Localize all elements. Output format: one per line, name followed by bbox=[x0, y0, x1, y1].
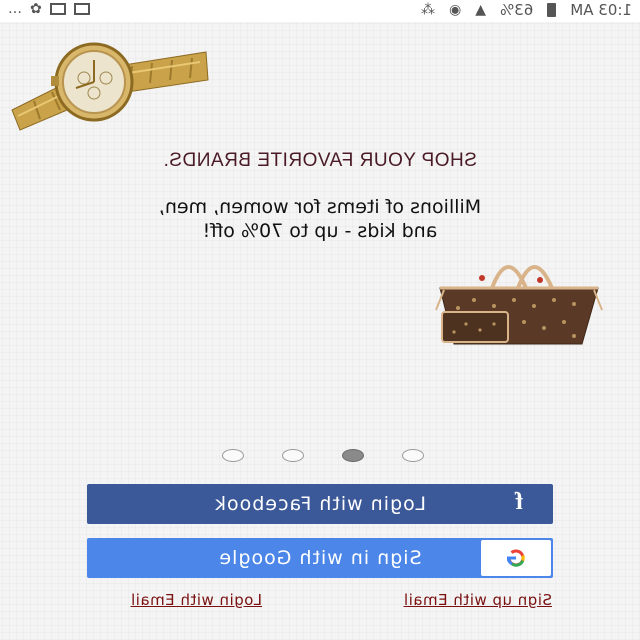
carousel-dot-2[interactable] bbox=[342, 449, 364, 462]
carousel-dot-1[interactable] bbox=[402, 449, 424, 462]
promo-subline-line-2: and kids - up to 70% off! bbox=[202, 220, 438, 242]
login-email-link[interactable]: Login with Email bbox=[131, 591, 262, 609]
battery-percent: 63% bbox=[500, 1, 534, 19]
app-notification-icon: ✿ bbox=[30, 1, 42, 17]
login-facebook-button[interactable]: f Login with Facebook bbox=[87, 484, 553, 524]
status-bar: 1:03 AM 63% ▲ ◉ ⁂ ✿ … bbox=[0, 0, 640, 22]
tote-bag-image bbox=[435, 265, 603, 345]
status-time: 1:03 AM bbox=[570, 1, 632, 19]
carousel-indicator bbox=[222, 449, 424, 462]
promo-headline: SHOP YOUR FAVORITE BRANDS. bbox=[163, 150, 477, 171]
status-right: ✿ … bbox=[8, 1, 90, 17]
status-left: 1:03 AM 63% ▲ ◉ ⁂ bbox=[421, 1, 632, 19]
gallery-notification-icon bbox=[73, 3, 90, 15]
facebook-button-label: Login with Facebook bbox=[214, 493, 426, 515]
signup-email-link[interactable]: Sign up with Email bbox=[404, 591, 553, 609]
signin-google-button[interactable]: Sign in with Google bbox=[87, 538, 553, 578]
signal-icon: ▲ bbox=[475, 2, 486, 18]
watch-image bbox=[11, 42, 209, 131]
login-screen: 1:03 AM 63% ▲ ◉ ⁂ ✿ … SHOP YOUR FAVORITE… bbox=[0, 0, 640, 640]
promo-subline: Millions of items for women, men, and ki… bbox=[0, 195, 640, 243]
carousel-dot-3[interactable] bbox=[282, 449, 304, 462]
promo-subline-line-1: Millions of items for women, men, bbox=[158, 196, 482, 218]
bluetooth-icon: ⁂ bbox=[421, 2, 435, 18]
carousel-dot-4[interactable] bbox=[222, 449, 244, 462]
mail-notification-icon bbox=[49, 3, 66, 15]
wifi-icon: ◉ bbox=[449, 2, 462, 18]
google-button-label: Sign in with Google bbox=[218, 547, 422, 569]
more-notifications-icon: … bbox=[8, 1, 22, 17]
battery-icon bbox=[547, 3, 557, 17]
